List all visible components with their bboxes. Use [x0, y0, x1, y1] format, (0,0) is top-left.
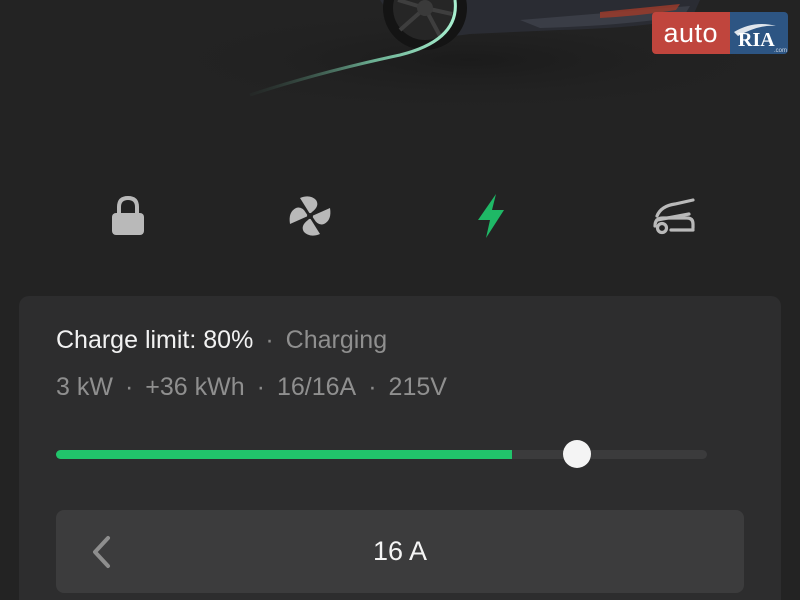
- current-amps: 16/16A: [276, 373, 357, 401]
- charge-card: Charge limit: 80% · Charging 3 kW · +36 kWh ·…: [19, 296, 781, 600]
- charging-screen: auto RIA .com Charge limit: 80% · Chargi…: [0, 0, 800, 600]
- climate-button[interactable]: [280, 186, 340, 246]
- charge-power: 3 kW: [56, 373, 113, 401]
- battery-level-fill: [56, 450, 512, 459]
- voltage: 215V: [388, 373, 447, 401]
- autoria-watermark: auto RIA .com: [652, 12, 788, 54]
- energy-added: +36 kWh: [145, 373, 245, 401]
- charging-button[interactable]: [461, 186, 521, 246]
- separator: ·: [265, 326, 274, 354]
- charge-status-line: Charge limit: 80% · Charging: [56, 326, 387, 355]
- charge-limit-handle[interactable]: [562, 440, 591, 468]
- separator: ·: [368, 373, 377, 401]
- lightning-bolt-icon: [474, 192, 508, 240]
- separator: ·: [256, 373, 265, 401]
- charge-limit-slider[interactable]: [56, 440, 707, 468]
- watermark-ria-text: RIA: [738, 29, 775, 51]
- car-frunk-open-icon: [647, 194, 697, 238]
- fan-icon: [286, 192, 334, 240]
- quick-controls-bar: [0, 186, 800, 246]
- watermark-auto-text: auto: [652, 12, 730, 54]
- amperage-value: 16 A: [372, 536, 428, 566]
- amperage-stepper: 16 A: [56, 510, 744, 593]
- watermark-ria-logo: RIA .com: [730, 12, 788, 54]
- charge-stats-line: 3 kW · +36 kWh · 16/16A · 215V: [56, 373, 447, 402]
- charging-state: Charging: [285, 326, 388, 354]
- lock-icon: [108, 194, 148, 238]
- frunk-button[interactable]: [642, 186, 702, 246]
- separator: ·: [124, 373, 134, 401]
- lock-button[interactable]: [98, 186, 158, 246]
- charge-limit-label: Charge limit: 80%: [56, 326, 254, 354]
- watermark-com-text: .com: [774, 48, 787, 54]
